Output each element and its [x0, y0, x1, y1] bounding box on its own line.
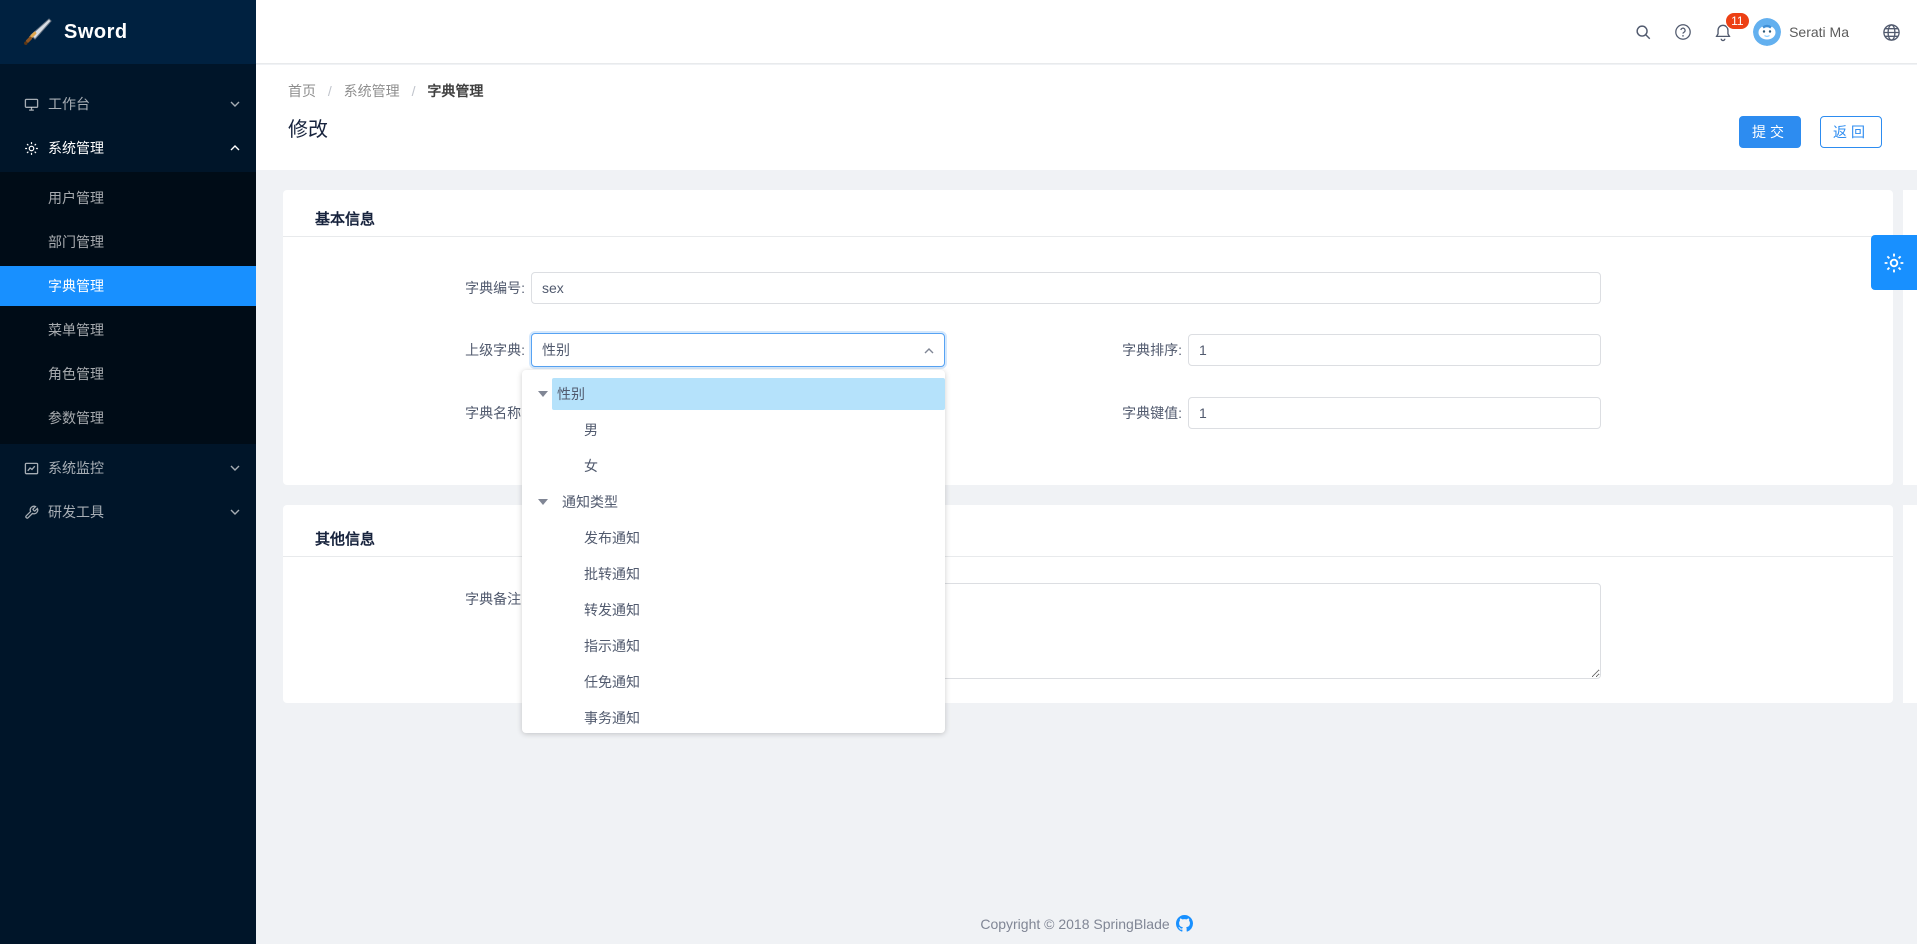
app-title: Sword: [64, 21, 128, 44]
breadcrumb-separator: /: [328, 83, 332, 99]
notification-badge: 11: [1725, 12, 1749, 30]
sidebar-item-user-management[interactable]: 用户管理: [0, 178, 256, 218]
breadcrumb-separator: /: [412, 83, 416, 99]
submit-button[interactable]: 提交: [1739, 116, 1801, 148]
chevron-down-icon: [230, 509, 240, 515]
breadcrumb-current: 字典管理: [427, 83, 483, 99]
tree-item-sex[interactable]: 性别: [522, 376, 945, 412]
tree-item-notice-type[interactable]: 通知类型: [522, 484, 945, 520]
gear-icon: [1883, 252, 1905, 274]
dict-remark-label: 字典备注:: [283, 583, 525, 615]
divider: [283, 236, 1893, 237]
sidebar-item-dict-management[interactable]: 字典管理: [0, 266, 256, 306]
sidebar-item-param-management[interactable]: 参数管理: [0, 398, 256, 438]
tree-item-affair-notice[interactable]: 事务通知: [522, 700, 945, 736]
chart-icon: [24, 461, 39, 476]
chevron-down-icon: [230, 101, 240, 107]
breadcrumb: 首页 / 系统管理 / 字典管理: [288, 81, 483, 101]
chevron-up-icon: [924, 348, 934, 354]
caret-down-icon[interactable]: [538, 499, 548, 505]
sidebar-item-system-monitor[interactable]: 系统监控: [0, 448, 256, 488]
page-footer: Copyright © 2018 SpringBlade: [256, 915, 1917, 932]
wrench-icon: [24, 505, 39, 520]
bell-icon[interactable]: 11: [1703, 0, 1743, 64]
dict-key-input[interactable]: [1188, 397, 1601, 429]
dict-code-input[interactable]: [531, 272, 1601, 304]
sidebar-item-label: 系统管理: [48, 138, 104, 158]
sidebar-item-menu-management[interactable]: 菜单管理: [0, 310, 256, 350]
desktop-icon: [24, 97, 39, 112]
sidebar-item-label: 工作台: [48, 94, 90, 114]
card-title: 其他信息: [315, 524, 375, 556]
sidebar-item-workbench[interactable]: 工作台: [0, 84, 256, 124]
card-title: 基本信息: [315, 204, 375, 236]
sidebar-item-dev-tools[interactable]: 研发工具: [0, 492, 256, 532]
copyright-text: Copyright © 2018 SpringBlade: [980, 916, 1169, 932]
tree-item-male[interactable]: 男: [522, 412, 945, 448]
breadcrumb-system[interactable]: 系统管理: [344, 83, 400, 99]
page-title: 修改: [288, 113, 328, 142]
sidebar: Sword 工作台 系统管理: [0, 0, 256, 944]
dict-key-label: 字典键值:: [940, 397, 1182, 429]
sidebar-item-role-management[interactable]: 角色管理: [0, 354, 256, 394]
tree-item-forward-notice[interactable]: 转发通知: [522, 592, 945, 628]
sidebar-item-label: 系统监控: [48, 458, 104, 478]
search-icon[interactable]: [1623, 0, 1663, 64]
user-name[interactable]: Serati Ma: [1789, 24, 1849, 40]
parent-dict-dropdown: 性别 男 女 通知类型 发布通知 批转通知 转发通知 指示通知 任免通知 事务通…: [522, 370, 945, 733]
sword-icon: [22, 17, 52, 47]
sidebar-item-system-management[interactable]: 系统管理: [0, 128, 256, 168]
sidebar-menu: 工作台 系统管理 用户管理 部门管理 字典管理 菜单管理 角色管理 参数: [0, 64, 256, 532]
github-icon[interactable]: [1176, 915, 1193, 932]
tree-item-appoint-notice[interactable]: 任免通知: [522, 664, 945, 700]
dict-sort-label: 字典排序:: [940, 334, 1182, 366]
parent-dict-select-value: 性别: [542, 340, 570, 360]
parent-dict-select[interactable]: 性别: [531, 333, 945, 367]
tree-item-female[interactable]: 女: [522, 448, 945, 484]
scrollbar-track[interactable]: [1903, 505, 1917, 703]
dict-code-label: 字典编号:: [283, 272, 525, 304]
settings-drawer-button[interactable]: [1871, 235, 1917, 290]
page-header: 首页 / 系统管理 / 字典管理 修改 提交 返回: [256, 65, 1917, 170]
globe-icon[interactable]: [1871, 0, 1911, 64]
tree-item-publish-notice[interactable]: 发布通知: [522, 520, 945, 556]
sidebar-item-label: 研发工具: [48, 502, 104, 522]
question-circle-icon[interactable]: [1663, 0, 1703, 64]
gear-icon: [24, 141, 39, 156]
avatar[interactable]: [1753, 18, 1781, 46]
chevron-down-icon: [230, 465, 240, 471]
dict-sort-input[interactable]: [1188, 334, 1601, 366]
topbar-actions: 11 Serati Ma: [1623, 0, 1911, 64]
tree-item-approve-notice[interactable]: 批转通知: [522, 556, 945, 592]
chevron-up-icon: [230, 145, 240, 151]
sidebar-submenu-system: 用户管理 部门管理 字典管理 菜单管理 角色管理 参数管理: [0, 172, 256, 444]
breadcrumb-home[interactable]: 首页: [288, 83, 316, 99]
app-logo[interactable]: Sword: [0, 0, 256, 64]
back-button[interactable]: 返回: [1820, 116, 1882, 148]
dict-name-label: 字典名称:: [283, 397, 525, 429]
parent-dict-label: 上级字典:: [283, 334, 525, 366]
caret-down-icon[interactable]: [538, 391, 548, 397]
tree-item-instruct-notice[interactable]: 指示通知: [522, 628, 945, 664]
sidebar-item-dept-management[interactable]: 部门管理: [0, 222, 256, 262]
